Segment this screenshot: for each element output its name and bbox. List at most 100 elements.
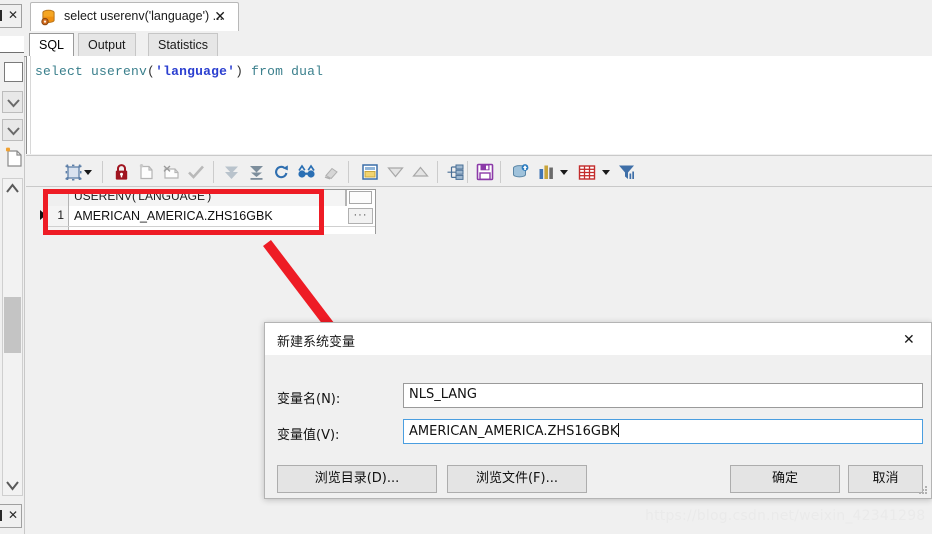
- new-file-button[interactable]: [3, 147, 23, 169]
- dock-tab-bar: [0, 510, 2, 521]
- tab-sql[interactable]: SQL: [29, 33, 75, 57]
- variable-name-label: 变量名(N):: [277, 392, 341, 407]
- table-dropdown[interactable]: [599, 160, 612, 184]
- dock-tab-bottom[interactable]: ✕: [0, 504, 22, 528]
- variable-name-field[interactable]: NLS_LANG: [403, 383, 923, 408]
- dialog-title-bar: 新建系统变量 ✕: [265, 323, 931, 355]
- close-icon[interactable]: ✕: [8, 9, 18, 21]
- toolbar-separator-3: [348, 161, 349, 183]
- chevron-down-icon: [6, 481, 19, 491]
- database-icon: [40, 9, 57, 31]
- sql-token-plain: [243, 64, 251, 79]
- left-dock-strip: ✕ ✕: [0, 0, 25, 534]
- chart-button[interactable]: [536, 160, 556, 184]
- toolbar-separator-2: [213, 161, 214, 183]
- clear-sheet-icon: [163, 165, 179, 179]
- dock-panel-box[interactable]: [4, 62, 23, 82]
- cell-editor-button[interactable]: ···: [348, 208, 373, 224]
- sql-window-icon: [65, 164, 81, 180]
- lock-button[interactable]: [110, 160, 132, 184]
- document-tab-bar: select userenv('language') ... ✕: [24, 0, 932, 32]
- tab-output[interactable]: Output: [78, 33, 136, 57]
- table-row[interactable]: 1 AMERICAN_AMERICA.ZHS16GBK ···: [40, 206, 375, 227]
- close-icon[interactable]: ✕: [8, 509, 18, 521]
- sql-token-string: 'language': [155, 64, 236, 79]
- resize-grip[interactable]: [918, 486, 928, 496]
- variable-value-text: AMERICAN_AMERICA.ZHS16GBK: [409, 424, 619, 439]
- filter-button[interactable]: [616, 160, 638, 184]
- new-sheet-icon: [139, 164, 153, 180]
- save-button[interactable]: [474, 160, 496, 184]
- chevron-down-button-2[interactable]: [2, 119, 23, 141]
- find-button[interactable]: [295, 160, 317, 184]
- sql-token-function: userenv: [91, 64, 148, 79]
- table-icon: [578, 164, 596, 180]
- ok-button[interactable]: 确定: [730, 465, 840, 493]
- cancel-button[interactable]: 取消: [848, 465, 923, 493]
- chart-dropdown[interactable]: [557, 160, 570, 184]
- results-toolbar: [26, 155, 932, 187]
- eraser-button[interactable]: [320, 160, 342, 184]
- editor-sub-tab-bar: SQL Output Statistics: [24, 31, 932, 57]
- toolbar-separator-6: [500, 161, 501, 183]
- chevron-down-button-1[interactable]: [2, 91, 23, 113]
- sql-token-keyword: select: [35, 64, 84, 79]
- scroll-down-button[interactable]: [3, 475, 22, 495]
- variable-value-field[interactable]: AMERICAN_AMERICA.ZHS16GBK: [403, 419, 923, 444]
- check-icon: [188, 165, 204, 179]
- variable-value-label: 变量值(V):: [277, 428, 340, 443]
- current-row-indicator-icon: [40, 210, 46, 220]
- document-tab-sql-window[interactable]: select userenv('language') ... ✕: [30, 2, 239, 32]
- tab-statistics[interactable]: Statistics: [148, 33, 219, 57]
- dock-tab-top[interactable]: ✕: [0, 4, 22, 28]
- browse-file-button[interactable]: 浏览文件(F)...: [447, 465, 587, 493]
- sql-token-plain: [283, 64, 291, 79]
- grid-row-number: 1: [47, 206, 69, 226]
- new-sheet-button[interactable]: [135, 160, 157, 184]
- commit-check-button[interactable]: [185, 160, 207, 184]
- results-grid[interactable]: USERENV('LANGUAGE') 1 AMERICAN_AMERICA.Z…: [40, 189, 376, 234]
- vertical-scrollbar[interactable]: [2, 178, 23, 496]
- refresh-button[interactable]: [270, 160, 292, 184]
- dropdown-caret-icon: [601, 169, 610, 175]
- dialog-close-button[interactable]: ✕: [887, 323, 931, 355]
- fetch-last-page-button[interactable]: [245, 160, 267, 184]
- scrollbar-thumb[interactable]: [4, 297, 21, 353]
- sql-editor[interactable]: select userenv('language') from dual: [26, 56, 932, 154]
- grid-empty-row: [47, 227, 375, 234]
- grid-cell-value[interactable]: AMERICAN_AMERICA.ZHS16GBK: [69, 206, 346, 226]
- grid-corner-cell[interactable]: [47, 190, 69, 206]
- grid-header-end: [346, 190, 375, 206]
- export-db-icon: [512, 164, 528, 178]
- toolbar-separator-5: [467, 161, 468, 183]
- new-file-icon: [5, 147, 22, 167]
- sql-token-punctuation: ): [235, 64, 244, 79]
- fetch-next-page-button[interactable]: [220, 160, 242, 184]
- browse-directory-button[interactable]: 浏览目录(D)...: [277, 465, 437, 493]
- chevron-up-icon: [6, 183, 19, 193]
- eraser-icon: [324, 167, 338, 180]
- grid-view-button[interactable]: [359, 160, 381, 184]
- move-down-button[interactable]: [384, 160, 406, 184]
- grid-view-icon: [362, 164, 378, 180]
- clear-sheet-button[interactable]: [160, 160, 182, 184]
- save-icon: [476, 163, 494, 181]
- refresh-icon: [274, 164, 288, 178]
- filter-icon: [619, 165, 634, 179]
- close-icon[interactable]: ✕: [214, 8, 226, 24]
- explain-plan-icon: [447, 164, 464, 180]
- watermark: https://blog.csdn.net/weixin_42341298: [645, 508, 926, 524]
- move-down-icon: [386, 167, 404, 178]
- grid-column-header[interactable]: USERENV('LANGUAGE'): [69, 190, 346, 206]
- sql-token-plain: [83, 64, 91, 79]
- fetch-last-icon: [249, 165, 263, 180]
- export-db-button[interactable]: [509, 160, 531, 184]
- move-up-button[interactable]: [409, 160, 431, 184]
- new-system-variable-dialog: 新建系统变量 ✕ 变量名(N): NLS_LANG 变量值(V): AMERIC…: [264, 322, 932, 499]
- explain-plan-button[interactable]: [444, 160, 466, 184]
- chart-icon: [539, 165, 553, 179]
- table-button[interactable]: [576, 160, 598, 184]
- sql-window-dropdown[interactable]: [81, 160, 95, 184]
- scroll-up-button[interactable]: [3, 179, 22, 199]
- dock-white-area-top: [0, 36, 24, 53]
